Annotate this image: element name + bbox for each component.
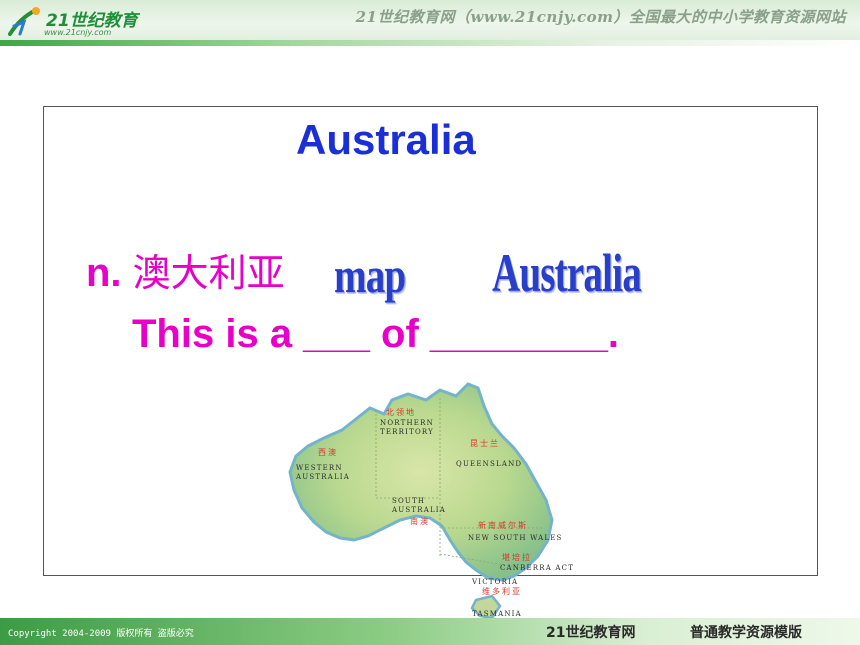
fill-in-sentence: This is a ___ of ________. <box>132 312 619 356</box>
label-sa-en-1: SOUTH <box>392 497 426 505</box>
label-wa-en-1: WESTERN <box>296 464 343 472</box>
label-wa-en-2: AUSTRALIA <box>296 473 351 481</box>
part-of-speech: n. <box>86 251 122 295</box>
footer-copyright: Copyright 2004-2009 版权所有 盗版必究 <box>8 629 194 639</box>
australia-map: 北领地 NORTHERN TERRITORY 昆士兰 QUEENSLAND 西澳… <box>280 378 580 628</box>
answer-word-australia: Australia <box>492 243 642 303</box>
header-slogan: 21世纪教育网（www.21cnjy.com）全国最大的中小学教育资源网站 <box>355 8 846 26</box>
logo[interactable]: 21世纪教育 www.21cnjy.com <box>6 4 146 40</box>
mainland-shape <box>288 382 554 582</box>
label-act-cn: 堪培拉 <box>502 553 532 562</box>
header-stripe <box>0 40 860 46</box>
label-nsw-cn: 新南威尔斯 <box>478 521 528 530</box>
label-sa-en-2: AUSTRALIA <box>392 506 447 514</box>
australia-map-shape <box>288 382 554 620</box>
label-nt-cn: 北领地 <box>386 408 416 417</box>
label-nsw-en: NEW SOUTH WALES <box>468 534 563 542</box>
footer-subtitle: 普通教学资源模版 <box>690 625 802 641</box>
label-qld-en: QUEENSLAND <box>456 460 523 468</box>
label-act-en: CANBERRA ACT <box>500 564 575 572</box>
vocab-chinese: 澳大利亚 <box>132 251 285 295</box>
label-wa-cn: 西澳 <box>318 448 338 457</box>
label-sa-cn: 南澳 <box>410 517 430 526</box>
answer-word-map: map <box>334 247 406 303</box>
label-vic-cn: 维多利亚 <box>482 587 522 596</box>
label-nt-en-1: NORTHERN <box>380 419 434 427</box>
runner-logo-icon <box>8 7 40 36</box>
footer-brand[interactable]: 21世纪教育网 <box>546 622 635 642</box>
slide-title: Australia <box>296 116 476 163</box>
logo-url: www.21cnjy.com <box>44 28 112 37</box>
label-nt-en-2: TERRITORY <box>380 428 434 436</box>
label-qld-cn: 昆士兰 <box>470 439 500 448</box>
vocab-line: n. 澳大利亚 <box>86 242 285 297</box>
